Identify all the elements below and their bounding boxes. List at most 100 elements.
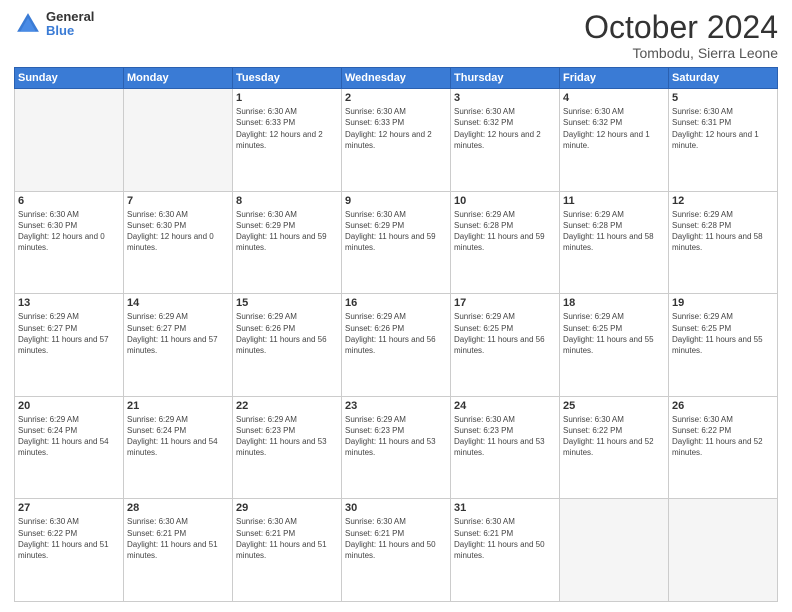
day-number: 4 (563, 92, 665, 104)
day-info: Sunrise: 6:30 AM Sunset: 6:32 PM Dayligh… (454, 106, 556, 151)
calendar-cell: 27 Sunrise: 6:30 AM Sunset: 6:22 PM Dayli… (15, 499, 124, 602)
day-info: Sunrise: 6:30 AM Sunset: 6:21 PM Dayligh… (236, 516, 338, 561)
logo-line1: General (46, 10, 94, 24)
calendar-cell: 23Sunrise: 6:29 AM Sunset: 6:23 PM Dayli… (342, 396, 451, 499)
calendar-cell: 24 Sunrise: 6:30 AM Sunset: 6:23 PM Dayli… (451, 396, 560, 499)
day-number: 17 (454, 297, 556, 309)
calendar-cell: 9 Sunrise: 6:30 AM Sunset: 6:29 PM Daylig… (342, 191, 451, 294)
day-number: 5 (672, 92, 774, 104)
day-info: Sunrise: 6:30 AM Sunset: 6:21 PM Dayligh… (345, 516, 447, 561)
weekday-header: Friday (560, 68, 669, 89)
day-number: 22 (236, 400, 338, 412)
day-number: 15 (236, 297, 338, 309)
weekday-header: Sunday (15, 68, 124, 89)
day-info: Sunrise: 6:29 AM Sunset: 6:25 PM Dayligh… (563, 311, 665, 356)
day-info: Sunrise: 6:29 AM Sunset: 6:23 PM Dayligh… (345, 414, 447, 459)
weekday-header: Monday (124, 68, 233, 89)
calendar-cell (669, 499, 778, 602)
day-info: Sunrise: 6:30 AM Sunset: 6:33 PM Dayligh… (236, 106, 338, 151)
day-info: Sunrise: 6:30 AM Sunset: 6:33 PM Dayligh… (345, 106, 447, 151)
calendar-cell: 10 Sunrise: 6:29 AM Sunset: 6:28 PM Dayli… (451, 191, 560, 294)
day-info: Sunrise: 6:30 AM Sunset: 6:22 PM Dayligh… (18, 516, 120, 561)
location: Tombodu, Sierra Leone (584, 45, 778, 61)
calendar-cell: 1 Sunrise: 6:30 AM Sunset: 6:33 PM Daylig… (233, 89, 342, 192)
day-info: Sunrise: 6:30 AM Sunset: 6:29 PM Dayligh… (236, 209, 338, 254)
day-number: 6 (18, 195, 120, 207)
calendar-cell: 20Sunrise: 6:29 AM Sunset: 6:24 PM Dayli… (15, 396, 124, 499)
day-number: 1 (236, 92, 338, 104)
day-info: Sunrise: 6:30 AM Sunset: 6:21 PM Dayligh… (127, 516, 229, 561)
calendar-cell (124, 89, 233, 192)
logo: General Blue (14, 10, 94, 39)
day-number: 12 (672, 195, 774, 207)
day-number: 2 (345, 92, 447, 104)
logo-text: General Blue (46, 10, 94, 39)
day-number: 10 (454, 195, 556, 207)
calendar-cell: 28 Sunrise: 6:30 AM Sunset: 6:21 PM Dayli… (124, 499, 233, 602)
day-info: Sunrise: 6:29 AM Sunset: 6:25 PM Dayligh… (454, 311, 556, 356)
day-info: Sunrise: 6:29 AM Sunset: 6:28 PM Dayligh… (454, 209, 556, 254)
day-number: 26 (672, 400, 774, 412)
day-info: Sunrise: 6:30 AM Sunset: 6:30 PM Dayligh… (18, 209, 120, 254)
day-number: 21 (127, 400, 229, 412)
calendar-cell: 11Sunrise: 6:29 AM Sunset: 6:28 PM Dayli… (560, 191, 669, 294)
month-title: October 2024 (584, 10, 778, 45)
day-number: 18 (563, 297, 665, 309)
day-info: Sunrise: 6:29 AM Sunset: 6:26 PM Dayligh… (236, 311, 338, 356)
calendar-cell: 2 Sunrise: 6:30 AM Sunset: 6:33 PM Daylig… (342, 89, 451, 192)
page: General Blue October 2024 Tombodu, Sierr… (0, 0, 792, 612)
day-number: 30 (345, 502, 447, 514)
day-number: 19 (672, 297, 774, 309)
calendar-cell: 22Sunrise: 6:29 AM Sunset: 6:23 PM Dayli… (233, 396, 342, 499)
day-number: 25 (563, 400, 665, 412)
day-info: Sunrise: 6:30 AM Sunset: 6:22 PM Dayligh… (672, 414, 774, 459)
calendar-cell: 7Sunrise: 6:30 AM Sunset: 6:30 PM Daylig… (124, 191, 233, 294)
day-number: 14 (127, 297, 229, 309)
calendar-cell: 6 Sunrise: 6:30 AM Sunset: 6:30 PM Daylig… (15, 191, 124, 294)
day-info: Sunrise: 6:30 AM Sunset: 6:32 PM Dayligh… (563, 106, 665, 151)
day-number: 24 (454, 400, 556, 412)
calendar-cell: 18 Sunrise: 6:29 AM Sunset: 6:25 PM Dayli… (560, 294, 669, 397)
calendar-cell: 17 Sunrise: 6:29 AM Sunset: 6:25 PM Dayli… (451, 294, 560, 397)
day-number: 27 (18, 502, 120, 514)
day-number: 7 (127, 195, 229, 207)
day-info: Sunrise: 6:30 AM Sunset: 6:31 PM Dayligh… (672, 106, 774, 151)
calendar-cell: 31Sunrise: 6:30 AM Sunset: 6:21 PM Dayli… (451, 499, 560, 602)
calendar-cell: 30 Sunrise: 6:30 AM Sunset: 6:21 PM Dayli… (342, 499, 451, 602)
calendar-cell: 25 Sunrise: 6:30 AM Sunset: 6:22 PM Dayli… (560, 396, 669, 499)
day-number: 28 (127, 502, 229, 514)
day-info: Sunrise: 6:29 AM Sunset: 6:24 PM Dayligh… (127, 414, 229, 459)
weekday-header: Tuesday (233, 68, 342, 89)
day-info: Sunrise: 6:29 AM Sunset: 6:28 PM Dayligh… (672, 209, 774, 254)
weekday-header: Thursday (451, 68, 560, 89)
day-number: 8 (236, 195, 338, 207)
calendar-cell: 19 Sunrise: 6:29 AM Sunset: 6:25 PM Dayli… (669, 294, 778, 397)
calendar-cell: 5 Sunrise: 6:30 AM Sunset: 6:31 PM Daylig… (669, 89, 778, 192)
calendar-cell: 3 Sunrise: 6:30 AM Sunset: 6:32 PM Daylig… (451, 89, 560, 192)
calendar-cell (15, 89, 124, 192)
day-info: Sunrise: 6:29 AM Sunset: 6:27 PM Dayligh… (18, 311, 120, 356)
logo-line2: Blue (46, 24, 94, 38)
calendar-cell: 26 Sunrise: 6:30 AM Sunset: 6:22 PM Dayli… (669, 396, 778, 499)
day-info: Sunrise: 6:30 AM Sunset: 6:22 PM Dayligh… (563, 414, 665, 459)
day-info: Sunrise: 6:29 AM Sunset: 6:24 PM Dayligh… (18, 414, 120, 459)
calendar-table: SundayMondayTuesdayWednesdayThursdayFrid… (14, 67, 778, 602)
day-number: 29 (236, 502, 338, 514)
calendar-cell: 29 Sunrise: 6:30 AM Sunset: 6:21 PM Dayli… (233, 499, 342, 602)
day-number: 9 (345, 195, 447, 207)
day-info: Sunrise: 6:29 AM Sunset: 6:25 PM Dayligh… (672, 311, 774, 356)
calendar-cell: 12 Sunrise: 6:29 AM Sunset: 6:28 PM Dayli… (669, 191, 778, 294)
calendar-cell: 13 Sunrise: 6:29 AM Sunset: 6:27 PM Dayli… (15, 294, 124, 397)
calendar-cell: 14Sunrise: 6:29 AM Sunset: 6:27 PM Dayli… (124, 294, 233, 397)
day-number: 13 (18, 297, 120, 309)
day-info: Sunrise: 6:30 AM Sunset: 6:23 PM Dayligh… (454, 414, 556, 459)
day-number: 16 (345, 297, 447, 309)
calendar-cell (560, 499, 669, 602)
calendar-cell: 8 Sunrise: 6:30 AM Sunset: 6:29 PM Daylig… (233, 191, 342, 294)
day-number: 11 (563, 195, 665, 207)
day-number: 3 (454, 92, 556, 104)
day-info: Sunrise: 6:30 AM Sunset: 6:21 PM Dayligh… (454, 516, 556, 561)
day-info: Sunrise: 6:30 AM Sunset: 6:29 PM Dayligh… (345, 209, 447, 254)
title-block: October 2024 Tombodu, Sierra Leone (584, 10, 778, 61)
weekday-header: Wednesday (342, 68, 451, 89)
